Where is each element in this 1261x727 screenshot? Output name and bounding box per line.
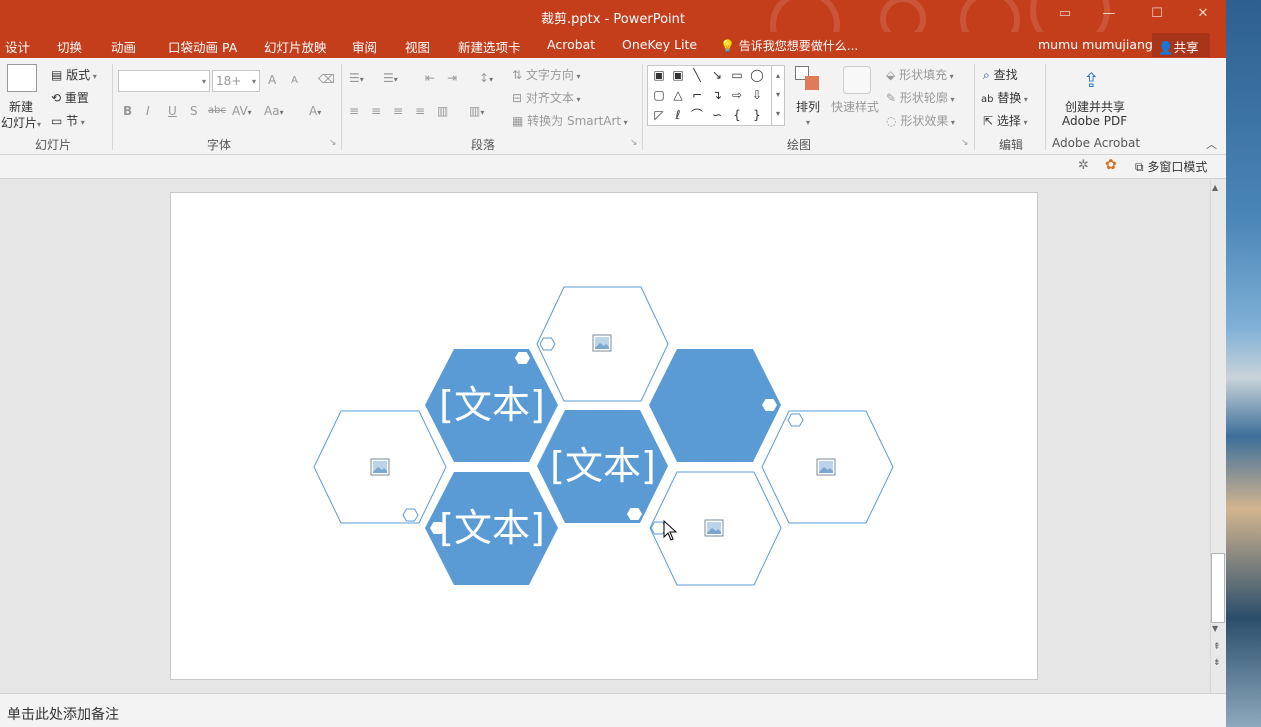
scrollbar-thumb[interactable] (1211, 553, 1225, 623)
next-slide-icon[interactable]: ⇟ (1213, 658, 1221, 668)
scroll-up-icon[interactable]: ▲ (1212, 183, 1218, 192)
text-placeholder[interactable]: [文本] (439, 383, 545, 427)
notes-placeholder[interactable]: 单击此处添加备注 (7, 704, 119, 724)
prev-slide-icon[interactable]: ⇞ (1213, 642, 1221, 652)
picture-placeholder-icon (704, 519, 724, 537)
hexagon-diagram: [文本] [文本] [文本] (313, 286, 894, 586)
mouse-cursor-icon (663, 520, 678, 541)
picture-placeholder-icon (370, 458, 390, 476)
text-placeholder[interactable]: [文本] (550, 444, 656, 488)
picture-placeholder-icon (592, 334, 612, 352)
scroll-down-icon[interactable]: ▼ (1212, 624, 1218, 633)
desktop-background (1226, 0, 1261, 727)
hex-filled-right[interactable] (649, 349, 781, 462)
text-placeholder[interactable]: [文本] (439, 506, 545, 550)
picture-placeholder-icon (816, 458, 836, 476)
hex-picture-right[interactable] (761, 410, 894, 524)
notes-pane[interactable]: 单击此处添加备注 (0, 693, 1226, 727)
powerpoint-window: 裁剪.pptx - PowerPoint ▭ — ☐ ✕ 设计 切换 动画 口袋… (0, 0, 1226, 727)
hex-picture-top[interactable] (536, 286, 669, 402)
hex-picture-left[interactable] (313, 410, 447, 524)
